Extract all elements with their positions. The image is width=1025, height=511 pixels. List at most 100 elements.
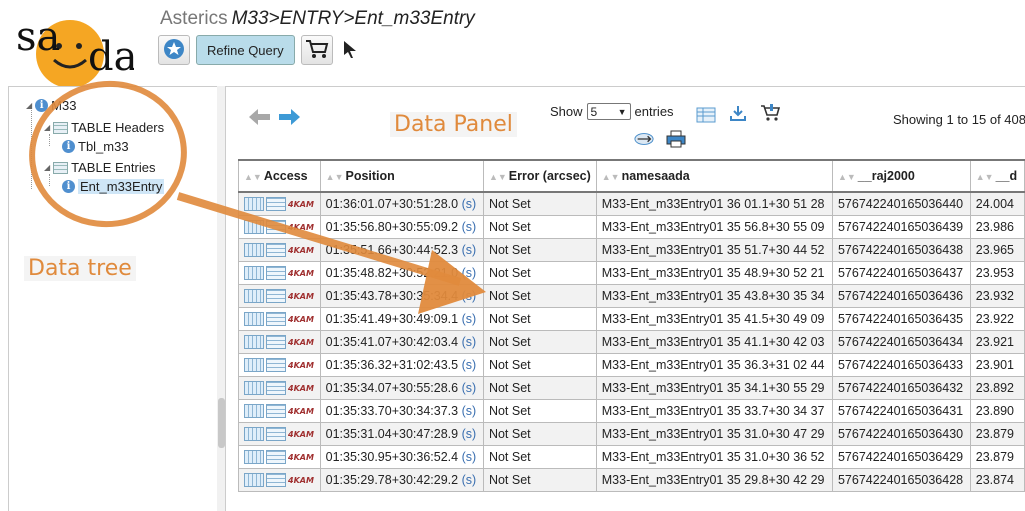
details-icon[interactable] <box>266 243 286 257</box>
details-icon[interactable] <box>266 289 286 303</box>
tree-node-table-headers[interactable]: ◢ TABLE Headers <box>44 120 164 135</box>
table-row[interactable]: 4KAM 01:35:51.66+30:44:52.3 (s) Not Set M33… <box>238 238 1025 262</box>
column-header-d[interactable]: ▲▼ __d <box>969 159 1025 193</box>
details-icon[interactable] <box>266 427 286 441</box>
error-value: Not Set <box>488 312 531 326</box>
access-icons: 4KAM <box>244 197 315 211</box>
print-icon[interactable] <box>666 130 686 148</box>
preview-icon[interactable] <box>244 473 264 487</box>
simbad-link[interactable]: (s) <box>462 404 477 418</box>
simbad-link[interactable]: (s) <box>462 335 477 349</box>
simbad-link[interactable]: (s) <box>462 220 477 234</box>
simbad-link[interactable]: (s) <box>462 312 477 326</box>
samp-icon[interactable]: 4KAM <box>288 430 314 439</box>
access-icons: 4KAM <box>244 312 315 326</box>
cart-button[interactable] <box>300 35 333 65</box>
table-row[interactable]: 4KAM 01:35:41.49+30:49:09.1 (s) Not Set M33… <box>238 307 1025 331</box>
forward-arrow-icon[interactable] <box>278 108 300 130</box>
samp-icon[interactable]: 4KAM <box>288 453 314 462</box>
details-icon[interactable] <box>266 358 286 372</box>
saada-logo: sa da <box>14 6 137 98</box>
details-icon[interactable] <box>266 197 286 211</box>
tree-node-label: Tbl_m33 <box>78 139 129 154</box>
table-view-icon[interactable] <box>696 106 716 124</box>
preview-icon[interactable] <box>244 266 264 280</box>
simbad-link[interactable]: (s) <box>462 197 477 211</box>
preview-icon[interactable] <box>244 312 264 326</box>
table-row[interactable]: 4KAM 01:35:31.04+30:47:28.9 (s) Not Set M33… <box>238 422 1025 446</box>
samp-icon[interactable]: 4KAM <box>288 200 314 209</box>
star-button[interactable] <box>158 35 190 65</box>
cursor-button[interactable] <box>339 35 361 65</box>
simbad-link[interactable]: (s) <box>462 243 477 257</box>
samp-icon[interactable]: 4KAM <box>288 223 314 232</box>
preview-icon[interactable] <box>244 358 264 372</box>
preview-icon[interactable] <box>244 220 264 234</box>
add-to-cart-icon[interactable] <box>760 104 780 122</box>
preview-icon[interactable] <box>244 197 264 211</box>
details-icon[interactable] <box>266 266 286 280</box>
back-arrow-icon[interactable] <box>249 108 271 130</box>
svg-text:sa: sa <box>16 14 60 60</box>
details-icon[interactable] <box>266 381 286 395</box>
simbad-link[interactable]: (s) <box>462 266 477 280</box>
column-header-access[interactable]: ▲▼ Access <box>238 159 321 193</box>
table-row[interactable]: 4KAM 01:35:34.07+30:55:28.6 (s) Not Set M33… <box>238 376 1025 400</box>
details-icon[interactable] <box>266 220 286 234</box>
simbad-link[interactable]: (s) <box>462 289 477 303</box>
table-row[interactable]: 4KAM 01:35:43.78+30:35:34.4 (s) Not Set M33… <box>238 284 1025 308</box>
details-icon[interactable] <box>266 335 286 349</box>
simbad-link[interactable]: (s) <box>462 427 477 441</box>
sort-icon: ▲▼ <box>325 172 344 182</box>
scrollbar-thumb[interactable] <box>218 398 225 448</box>
samp-icon[interactable]: 4KAM <box>288 269 314 278</box>
raj2000-cell: 576742240165036432 <box>831 376 971 400</box>
column-header-raj2000[interactable]: ▲▼ __raj2000 <box>831 159 971 193</box>
tree-node-m33[interactable]: ◢ i M33 <box>26 98 76 113</box>
samp-icon[interactable]: 4KAM <box>288 315 314 324</box>
preview-icon[interactable] <box>244 381 264 395</box>
table-row[interactable]: 4KAM 01:35:56.80+30:55:09.2 (s) Not Set M33… <box>238 215 1025 239</box>
simbad-link[interactable]: (s) <box>462 358 477 372</box>
details-icon[interactable] <box>266 450 286 464</box>
samp-icon[interactable]: 4KAM <box>288 384 314 393</box>
samp-icon[interactable]: 4KAM <box>288 476 314 485</box>
details-icon[interactable] <box>266 312 286 326</box>
simbad-link[interactable]: (s) <box>462 450 477 464</box>
table-row[interactable]: 4KAM 01:35:36.32+31:02:43.5 (s) Not Set M33… <box>238 353 1025 377</box>
namesaada-value: M33-Ent_m33Entry01 35 43.8+30 35 34 <box>601 289 825 303</box>
tree-node-tbl-m33[interactable]: i Tbl_m33 <box>62 139 129 154</box>
preview-icon[interactable] <box>244 335 264 349</box>
samp-icon[interactable]: 4KAM <box>288 407 314 416</box>
table-row[interactable]: 4KAM 01:35:29.78+30:42:29.2 (s) Not Set M33… <box>238 468 1025 492</box>
tree-node-table-entries[interactable]: ◢ TABLE Entries <box>44 160 155 175</box>
preview-icon[interactable] <box>244 243 264 257</box>
column-header-namesaada[interactable]: ▲▼ namesaada <box>595 159 833 193</box>
sky-view-icon[interactable] <box>634 130 654 148</box>
samp-icon[interactable]: 4KAM <box>288 246 314 255</box>
table-row[interactable]: 4KAM 01:35:48.82+30:52:21.0 (s) Not Set M33… <box>238 261 1025 285</box>
d-cell: 23.879 <box>969 445 1025 469</box>
table-row[interactable]: 4KAM 01:35:30.95+30:36:52.4 (s) Not Set M33… <box>238 445 1025 469</box>
details-icon[interactable] <box>266 404 286 418</box>
simbad-link[interactable]: (s) <box>462 381 477 395</box>
download-icon[interactable] <box>728 104 748 122</box>
preview-icon[interactable] <box>244 289 264 303</box>
table-row[interactable]: 4KAM 01:35:41.07+30:42:03.4 (s) Not Set M33… <box>238 330 1025 354</box>
tree-node-ent-m33entry[interactable]: i Ent_m33Entry <box>62 179 165 194</box>
preview-icon[interactable] <box>244 427 264 441</box>
column-label: Access <box>263 169 308 183</box>
column-header-error[interactable]: ▲▼ Error (arcsec) <box>482 159 597 193</box>
samp-icon[interactable]: 4KAM <box>288 292 314 301</box>
simbad-link[interactable]: (s) <box>462 473 477 487</box>
details-icon[interactable] <box>266 473 286 487</box>
page-length-select[interactable]: 5 ▼ <box>586 103 631 120</box>
samp-icon[interactable]: 4KAM <box>288 361 314 370</box>
preview-icon[interactable] <box>244 404 264 418</box>
table-row[interactable]: 4KAM 01:35:33.70+30:34:37.3 (s) Not Set M33… <box>238 399 1025 423</box>
refine-query-button[interactable]: Refine Query <box>196 35 295 65</box>
table-row[interactable]: 4KAM 01:36:01.07+30:51:28.0 (s) Not Set M33… <box>238 191 1025 216</box>
column-header-position[interactable]: ▲▼ Position <box>319 159 484 193</box>
preview-icon[interactable] <box>244 450 264 464</box>
samp-icon[interactable]: 4KAM <box>288 338 314 347</box>
